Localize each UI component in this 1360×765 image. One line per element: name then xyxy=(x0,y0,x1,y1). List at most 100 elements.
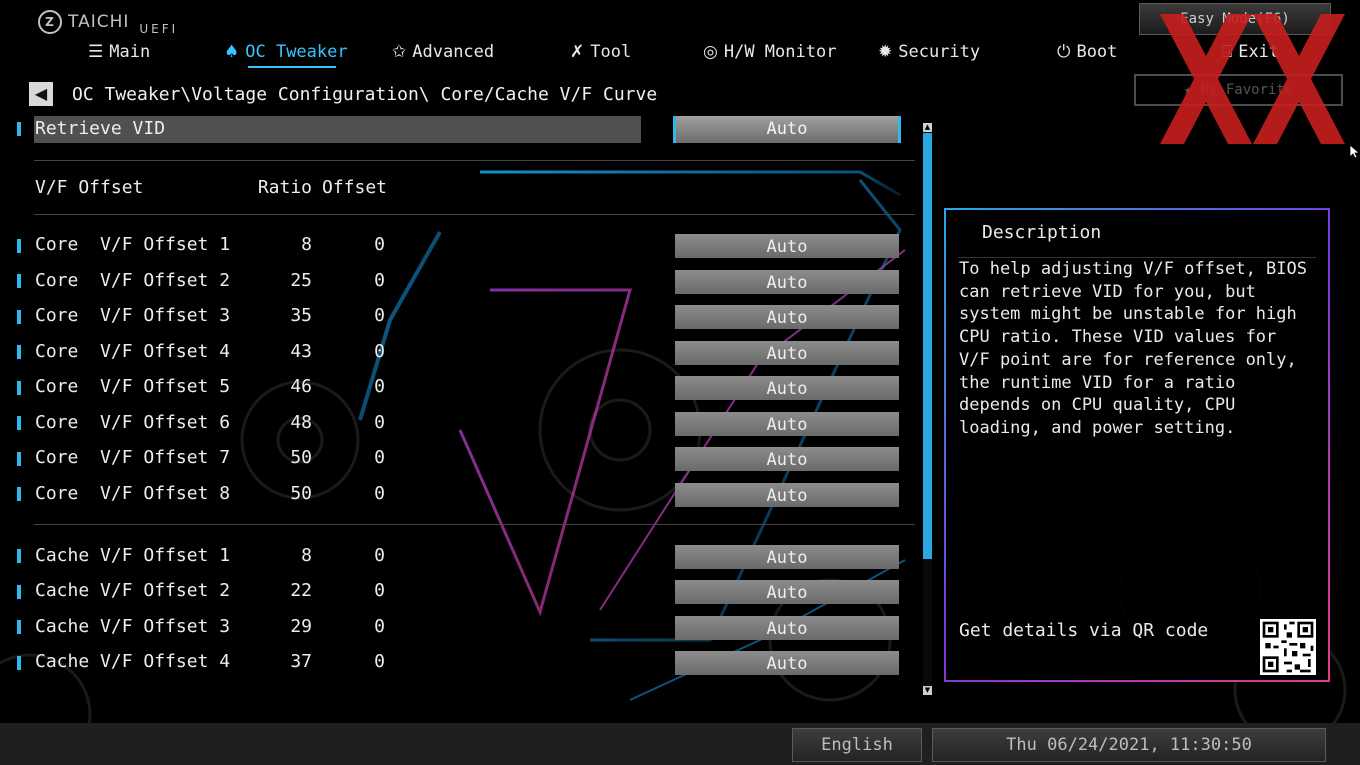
row-ratio: 50 xyxy=(290,483,312,504)
row-value-button[interactable]: Auto xyxy=(675,305,899,329)
description-text: To help adjusting V/F offset, BIOS can r… xyxy=(959,259,1307,438)
row-ratio: 43 xyxy=(290,341,312,362)
row-offset: 0 xyxy=(374,412,385,433)
xx-watermark-logo xyxy=(1160,14,1345,144)
row-label: Core V/F Offset 7 xyxy=(35,447,231,468)
row-marker xyxy=(17,310,21,324)
nav-oc-tweaker[interactable]: ♠ OC Tweaker xyxy=(224,42,348,68)
nav-tool-label: Tool xyxy=(590,42,632,62)
row-ratio: 50 xyxy=(290,447,312,468)
scroll-up-arrow-icon[interactable]: ▲ xyxy=(923,123,932,132)
nav-tool[interactable]: ✗ Tool xyxy=(570,42,631,62)
monitor-gauge-icon: ◎ xyxy=(703,42,718,62)
row-value-button[interactable]: Auto xyxy=(675,616,899,640)
row-value-button[interactable]: Auto xyxy=(675,234,899,258)
nav-advanced[interactable]: ✩ Advanced xyxy=(392,42,494,62)
row-marker xyxy=(17,122,21,136)
nav-main-label: Main xyxy=(109,42,151,62)
row-value-button[interactable]: Auto xyxy=(675,483,899,507)
nav-oc-tweaker-label: OC Tweaker xyxy=(245,42,348,62)
row-ratio: 22 xyxy=(290,580,312,601)
row-marker xyxy=(17,274,21,288)
nav-hw-monitor-label: H/W Monitor xyxy=(723,42,837,62)
row-offset: 0 xyxy=(374,305,385,326)
header-vf-offset: V/F Offset xyxy=(35,177,144,198)
separator xyxy=(34,214,915,215)
qr-label: Get details via QR code xyxy=(959,620,1209,641)
row-ratio: 48 xyxy=(290,412,312,433)
brand-logo: Z TAICHI UEFI xyxy=(38,10,179,36)
row-label: Core V/F Offset 8 xyxy=(35,483,231,504)
row-marker xyxy=(17,381,21,395)
nav-main[interactable]: ☰ Main xyxy=(88,42,150,62)
row-offset: 0 xyxy=(374,580,385,601)
header-offset: Offset xyxy=(322,177,388,198)
row-label: Cache V/F Offset 4 xyxy=(35,651,231,672)
shield-gear-icon: ✹ xyxy=(878,42,893,62)
row-ratio: 46 xyxy=(290,376,312,397)
star-icon: ✩ xyxy=(392,42,407,62)
row-offset: 0 xyxy=(374,447,385,468)
row-label: Core V/F Offset 3 xyxy=(35,305,231,326)
row-marker xyxy=(17,549,21,563)
datetime-display: Thu 06/24/2021, 11:30:50 xyxy=(932,728,1326,762)
row-marker xyxy=(17,620,21,634)
row-value-button[interactable]: Auto xyxy=(675,447,899,471)
language-button[interactable]: English xyxy=(792,728,922,762)
row-label: Core V/F Offset 2 xyxy=(35,270,231,291)
row-value-button[interactable]: Auto xyxy=(675,270,899,294)
row-offset: 0 xyxy=(374,270,385,291)
row-value-button[interactable]: Auto xyxy=(675,651,899,675)
brand-badge-icon: Z xyxy=(38,10,62,34)
retrieve-vid-label: Retrieve VID xyxy=(35,118,166,139)
brand-name: TAICHI xyxy=(68,12,130,32)
row-label: Cache V/F Offset 1 xyxy=(35,545,231,566)
active-tab-underline xyxy=(248,66,336,68)
qr-code-icon xyxy=(1260,619,1316,675)
nav-hw-monitor[interactable]: ◎ H/W Monitor xyxy=(703,42,836,62)
rocket-icon: ♠ xyxy=(224,42,240,62)
row-marker xyxy=(17,345,21,359)
row-offset: 0 xyxy=(374,234,385,255)
row-marker xyxy=(17,656,21,670)
nav-security[interactable]: ✹ Security xyxy=(878,42,980,62)
row-ratio: 35 xyxy=(290,305,312,326)
row-offset: 0 xyxy=(374,483,385,504)
row-label: Cache V/F Offset 2 xyxy=(35,580,231,601)
description-title: Description xyxy=(982,222,1102,243)
nav-boot-label: Boot xyxy=(1076,42,1118,62)
list-icon: ☰ xyxy=(88,42,104,62)
row-offset: 0 xyxy=(374,651,385,672)
back-button[interactable]: ◀ xyxy=(29,82,53,106)
row-label: Core V/F Offset 4 xyxy=(35,341,231,362)
row-ratio: 37 xyxy=(290,651,312,672)
row-value-button[interactable]: Auto xyxy=(675,376,899,400)
separator xyxy=(34,524,915,525)
row-offset: 0 xyxy=(374,545,385,566)
row-value-button[interactable]: Auto xyxy=(675,545,899,569)
nav-boot[interactable]: ⏻ Boot xyxy=(1057,42,1117,62)
separator xyxy=(34,160,915,161)
nav-advanced-label: Advanced xyxy=(412,42,495,62)
row-marker xyxy=(17,239,21,253)
scrollbar-thumb[interactable] xyxy=(923,133,932,559)
header-ratio: Ratio xyxy=(257,177,312,198)
scroll-down-arrow-icon[interactable]: ▼ xyxy=(923,686,932,695)
retrieve-vid-value[interactable]: Auto xyxy=(673,116,901,143)
row-label: Core V/F Offset 1 xyxy=(35,234,231,255)
row-label: Cache V/F Offset 3 xyxy=(35,616,231,637)
row-offset: 0 xyxy=(374,376,385,397)
row-ratio: 29 xyxy=(290,616,312,637)
row-offset: 0 xyxy=(374,341,385,362)
row-ratio: 8 xyxy=(301,545,312,566)
row-ratio: 25 xyxy=(290,270,312,291)
brand-suffix: UEFI xyxy=(139,22,179,36)
mouse-cursor-icon xyxy=(1350,145,1360,159)
row-marker xyxy=(17,452,21,466)
row-value-button[interactable]: Auto xyxy=(675,412,899,436)
row-ratio: 8 xyxy=(301,234,312,255)
breadcrumb: OC Tweaker\Voltage Configuration\ Core/C… xyxy=(72,84,658,105)
nav-security-label: Security xyxy=(898,42,981,62)
row-value-button[interactable]: Auto xyxy=(675,341,899,365)
row-value-button[interactable]: Auto xyxy=(675,580,899,604)
